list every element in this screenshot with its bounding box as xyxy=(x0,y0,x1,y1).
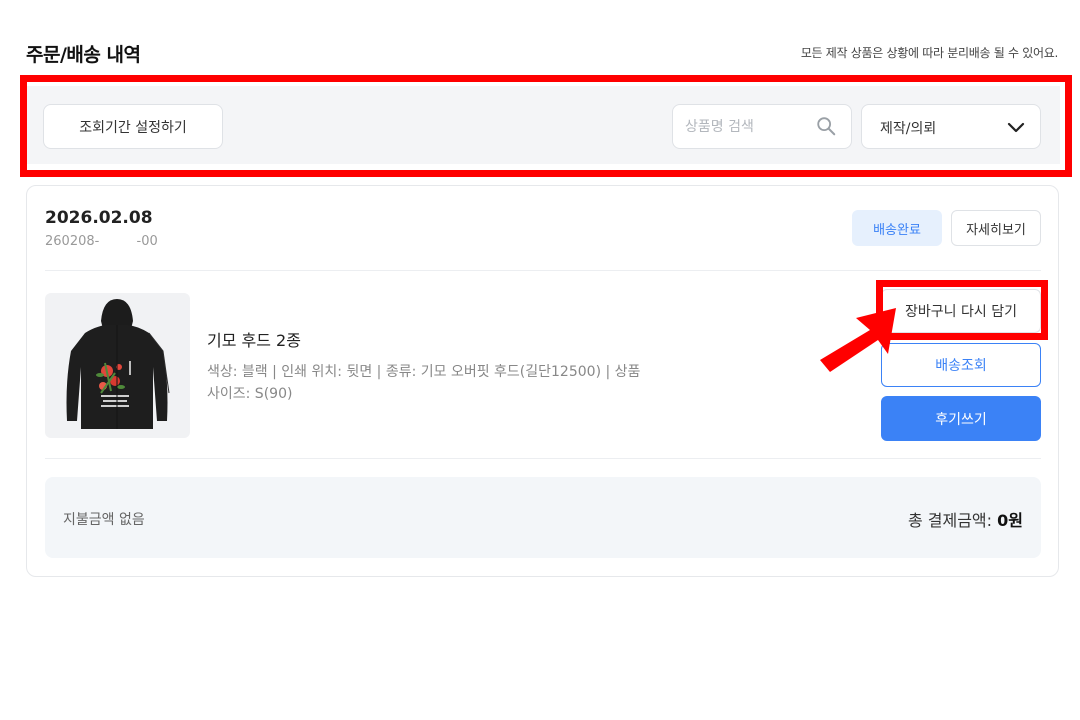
order-number: 260208- -00 xyxy=(45,234,158,249)
payment-status-text: 지불금액 없음 xyxy=(63,512,145,528)
shipping-note: 모든 제작 상품은 상황에 따라 분리배송 될 수 있어요. xyxy=(800,46,1058,60)
filter-bar: 조회기간 설정하기 제작/의뢰 xyxy=(26,86,1060,164)
search-input[interactable] xyxy=(685,117,805,137)
payment-total: 총 결제금액: 0원 xyxy=(908,507,1023,531)
category-select-value: 제작/의뢰 xyxy=(880,121,937,137)
product-search-box[interactable] xyxy=(672,104,852,149)
view-details-button[interactable]: 자세히보기 xyxy=(951,210,1041,246)
order-date: 2026.02.08 xyxy=(45,208,153,228)
page-title: 주문/배송 내역 xyxy=(26,44,141,66)
payment-total-value: 0원 xyxy=(997,511,1023,530)
product-options: 색상: 블랙 | 인쇄 위치: 뒷면 | 종류: 기모 오버핏 후드(길단125… xyxy=(207,364,641,402)
payment-total-label: 총 결제금액: xyxy=(907,511,998,530)
track-delivery-button[interactable]: 배송조회 xyxy=(881,343,1041,387)
divider xyxy=(45,270,1041,271)
divider xyxy=(45,458,1041,459)
product-image[interactable] xyxy=(45,293,190,438)
product-name[interactable]: 기모 후드 2종 xyxy=(207,327,301,351)
status-badge: 배송완료 xyxy=(852,210,942,246)
order-card: 2026.02.08 260208- -00 배송완료 자세히보기 기모 후드 … xyxy=(26,185,1059,577)
page-header: 주문/배송 내역 모든 제작 상품은 상황에 따라 분리배송 될 수 있어요. xyxy=(26,36,1058,68)
hoodie-image xyxy=(66,299,170,429)
payment-summary: 지불금액 없음 총 결제금액: 0원 xyxy=(45,477,1041,558)
category-select[interactable]: 제작/의뢰 xyxy=(861,104,1041,149)
search-icon[interactable] xyxy=(815,115,837,137)
period-setting-button[interactable]: 조회기간 설정하기 xyxy=(43,104,223,149)
add-to-cart-again-button[interactable]: 장바구니 다시 담기 xyxy=(881,289,1041,333)
chevron-down-icon xyxy=(1007,122,1025,133)
write-review-button[interactable]: 후기쓰기 xyxy=(881,396,1041,441)
